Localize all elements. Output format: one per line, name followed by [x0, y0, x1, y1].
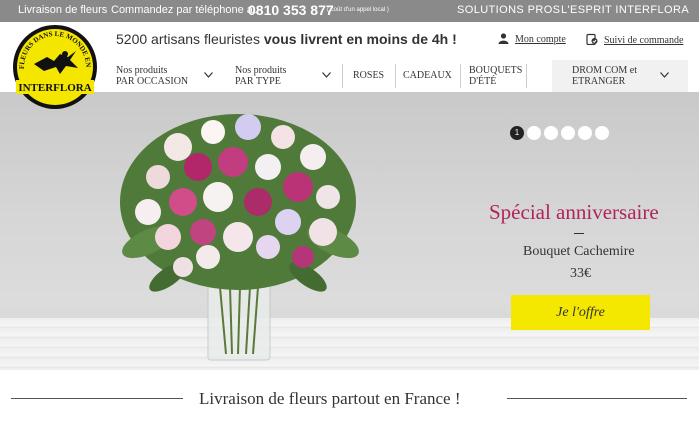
delivery-link[interactable]: Livraison de fleurs [18, 4, 107, 16]
nav-bouquets-line2: D'ÉTÉ [469, 76, 497, 87]
order-tracking-link[interactable]: Suivi de commande [586, 33, 683, 46]
product-price: 33€ [570, 266, 591, 281]
title-rule-right [507, 398, 687, 399]
nav-drom-com[interactable]: DROM COM et ETRANGER [552, 60, 688, 92]
carousel-dot-3[interactable] [544, 126, 558, 140]
section-title: Livraison de fleurs partout en France ! [199, 389, 461, 408]
nav-divider [395, 64, 396, 88]
chevron-down-icon [204, 72, 213, 78]
promo-title: Spécial anniversaire [489, 200, 659, 224]
bouquet-image [120, 114, 359, 361]
account-link[interactable]: Mon compte [498, 33, 566, 45]
carousel-dot-2[interactable] [527, 126, 541, 140]
promo-divider [574, 233, 584, 234]
solutions-pros-link[interactable]: SOLUTIONS PROS [457, 4, 560, 16]
esprit-interflora-link[interactable]: L'ESPRIT INTERFLORA [561, 4, 689, 16]
carousel-dot-1[interactable]: 1 [510, 126, 524, 140]
product-name: Bouquet Cachemire [523, 244, 635, 259]
nav-divider [460, 64, 461, 88]
carousel-dot-6[interactable] [595, 126, 609, 140]
account-label: Mon compte [515, 34, 566, 45]
chevron-down-icon [660, 72, 669, 78]
title-rule-left [11, 398, 183, 399]
nav-bouquets-ete[interactable]: BOUQUETS D'ÉTÉ [469, 60, 522, 92]
tagline-bold: vous livrent en moins de 4h ! [263, 31, 457, 47]
carousel-dot-4[interactable] [561, 126, 575, 140]
nav-divider [342, 64, 343, 88]
order-tracking-icon [586, 33, 598, 46]
nav-drom-line1: DROM COM et [572, 65, 638, 76]
carousel-dot-5[interactable] [578, 126, 592, 140]
top-bar: Livraison de fleurs Commandez par téléph… [0, 0, 699, 22]
nav-cadeaux[interactable]: CADEAUX [403, 60, 452, 92]
nav-roses[interactable]: ROSES [353, 60, 384, 92]
chevron-down-icon [322, 72, 331, 78]
phone-number[interactable]: 0810 353 877 [248, 2, 334, 18]
phone-label: Commandez par téléphone au [111, 4, 259, 16]
nav-bouquets-line1: BOUQUETS [469, 65, 523, 76]
phone-note: ( coût d'un appel local ) [327, 7, 389, 13]
hero-banner: 1 Spécial anniversaire Bouquet Cachemire… [0, 92, 699, 370]
nav-divider [526, 64, 527, 88]
interflora-logo[interactable]: DES FLEURS DANS LE MONDE ENTIER INTERFLO… [9, 18, 98, 110]
logo-wordmark: INTERFLORA [18, 82, 91, 94]
logo-graphic: DES FLEURS DANS LE MONDE ENTIER INTERFLO… [9, 18, 97, 109]
tagline: 5200 artisans fleuristes vous livrent en… [116, 31, 457, 47]
order-tracking-label: Suivi de commande [604, 35, 684, 46]
offer-button[interactable]: Je l'offre [511, 295, 650, 330]
tagline-text: 5200 artisans fleuristes [116, 31, 264, 47]
nav-type[interactable]: Nos produits PAR TYPE [235, 60, 345, 92]
nav-drom-line2: ETRANGER [572, 76, 626, 87]
nav-occasion[interactable]: Nos produits PAR OCCASION [116, 60, 226, 92]
user-icon [498, 33, 509, 44]
